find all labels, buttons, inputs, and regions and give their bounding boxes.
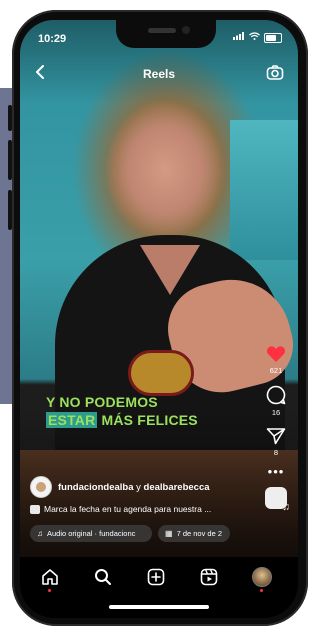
phone-screen: 10:29 Reels Y NO PODEMOS ESTAR MÁS FELIC… [20, 20, 298, 618]
audio-label: Audio original · fundacionc [47, 529, 136, 538]
calendar-icon: ▦ [165, 529, 173, 538]
audio-chip[interactable]: ♫ Audio original · fundacionc [30, 525, 152, 542]
more-options-button[interactable]: ••• [267, 464, 285, 479]
caption-line-1: Y NO PODEMOS [46, 394, 158, 410]
battery-icon [264, 32, 282, 43]
home-icon [42, 569, 58, 585]
comment-icon [266, 385, 286, 405]
author-joiner: y [133, 481, 144, 493]
nav-create[interactable] [146, 567, 166, 587]
create-icon [147, 568, 165, 586]
search-icon [95, 569, 111, 585]
reels-icon [200, 568, 218, 586]
comment-button[interactable]: 16 [266, 385, 286, 417]
send-icon [266, 428, 286, 445]
notch [116, 20, 216, 48]
home-notification-dot [48, 589, 51, 592]
share-button[interactable]: 8 [266, 427, 286, 457]
front-camera [182, 26, 190, 34]
wifi-icon [249, 32, 260, 43]
video-caption: Y NO PODEMOS ESTAR MÁS FELICES [46, 393, 198, 429]
nav-profile[interactable] [252, 567, 272, 587]
more-icon: ••• [267, 464, 285, 479]
post-author[interactable]: fundaciondealba y dealbarebecca [30, 476, 210, 498]
profile-notification-dot [260, 589, 263, 592]
caption-line-2: ESTAR MÁS FELICES [46, 411, 198, 429]
home-indicator[interactable] [109, 605, 209, 609]
side-button [8, 140, 12, 180]
signal-icon [233, 32, 245, 43]
nav-search[interactable] [93, 567, 113, 587]
calendar-emoji-icon [30, 504, 40, 514]
author-secondary[interactable]: dealbarebecca [144, 482, 210, 493]
author-names[interactable]: fundaciondealba y dealbarebecca [58, 482, 210, 493]
camera-icon [266, 65, 284, 80]
nav-reels[interactable] [199, 567, 219, 587]
event-chip[interactable]: ▦ 7 de nov de 2 [158, 525, 230, 542]
action-rail: 621 16 8 ••• [262, 345, 290, 519]
camera-button[interactable] [266, 64, 284, 82]
profile-avatar [252, 567, 272, 587]
side-button [8, 190, 12, 230]
page-title: Reels [142, 67, 176, 81]
heart-icon [266, 346, 286, 362]
post-chips: ♫ Audio original · fundacionc ▦ 7 de nov… [30, 525, 230, 542]
comment-count: 16 [271, 408, 281, 417]
music-note-icon: ♫ [37, 529, 43, 538]
post-description[interactable]: Marca la fecha en tu agenda para nuestra… [30, 504, 245, 514]
description-text: Marca la fecha en tu agenda para nuestra… [44, 504, 212, 514]
author-primary[interactable]: fundaciondealba [58, 482, 133, 493]
event-label: 7 de nov de 2 [176, 529, 223, 538]
caption-highlight: ESTAR [46, 412, 98, 428]
side-button [8, 105, 12, 131]
share-count: 8 [273, 448, 279, 457]
status-icons [233, 32, 282, 43]
speaker [148, 28, 176, 33]
like-count: 621 [269, 366, 283, 375]
like-button[interactable]: 621 [266, 345, 286, 375]
audio-button[interactable] [265, 487, 290, 513]
author-avatar[interactable] [30, 476, 52, 498]
audio-thumbnail [265, 487, 290, 513]
caption-rest: MÁS FELICES [97, 412, 198, 428]
status-time: 10:29 [38, 33, 67, 45]
nav-home[interactable] [40, 567, 60, 587]
